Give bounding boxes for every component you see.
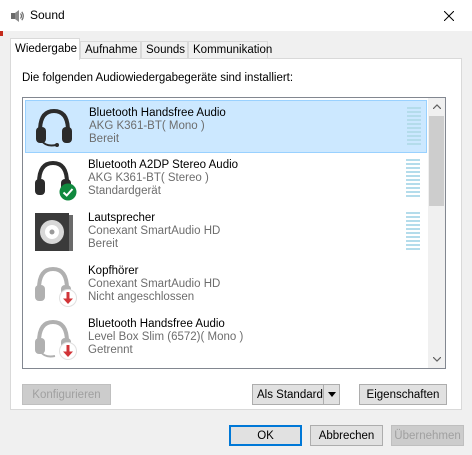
- panel-label: Die folgenden Audiowiedergabegeräte sind…: [22, 72, 294, 84]
- device-row[interactable]: Kopfhörer Conexant SmartAudio HD Nicht a…: [25, 259, 427, 312]
- scroll-up-button[interactable]: [428, 98, 445, 115]
- speaker-icon: [35, 213, 73, 251]
- device-name: Bluetooth A2DP Stereo Audio: [88, 159, 239, 171]
- disconnected-arrow-badge-icon: [59, 342, 77, 360]
- speaker-title-icon: [11, 10, 24, 22]
- scroll-down-button[interactable]: [428, 351, 445, 368]
- sound-dialog: Sound Wiedergabe Aufnahme Sounds Kommuni…: [0, 0, 472, 455]
- caret-down-icon: [327, 392, 336, 397]
- device-status: Getrennt: [88, 344, 133, 356]
- device-status: Standardgerät: [88, 185, 161, 197]
- level-meter: [406, 159, 420, 199]
- tab-label: Aufnahme: [85, 44, 138, 56]
- properties-button[interactable]: Eigenschaften: [359, 384, 447, 405]
- device-driver: Conexant SmartAudio HD: [88, 278, 221, 290]
- ok-button[interactable]: OK: [229, 425, 302, 446]
- disconnected-arrow-badge-icon: [59, 289, 77, 307]
- apply-button[interactable]: Übernehmen: [391, 425, 464, 446]
- close-icon: [444, 10, 454, 21]
- device-name: Kopfhörer: [88, 265, 139, 277]
- device-row-partial[interactable]: [25, 365, 427, 368]
- device-driver: Level Box Slim (6572)( Mono ): [88, 331, 244, 343]
- set-default-label: Als Standard: [257, 388, 323, 401]
- chevron-up-icon: [432, 104, 441, 109]
- device-list[interactable]: Bluetooth Handsfree Audio AKG K361-BT( M…: [22, 97, 446, 369]
- device-row[interactable]: Bluetooth Handsfree Audio Level Box Slim…: [25, 312, 427, 365]
- level-meter: [406, 212, 420, 252]
- device-name: Lautsprecher: [88, 212, 156, 224]
- list-scrollbar[interactable]: [428, 98, 445, 368]
- device-row[interactable]: Lautsprecher Conexant SmartAudio HD Bere…: [25, 206, 427, 259]
- device-row[interactable]: Bluetooth A2DP Stereo Audio AKG K361-BT(…: [25, 153, 427, 206]
- tab-label: Sounds: [146, 44, 186, 56]
- set-default-split-button[interactable]: Als Standard: [252, 384, 340, 405]
- device-driver: AKG K361-BT( Stereo ): [88, 172, 209, 184]
- default-check-badge-icon: [59, 183, 77, 201]
- chevron-down-icon: [432, 357, 441, 362]
- window-title: Sound: [30, 8, 65, 22]
- device-name: Bluetooth Handsfree Audio: [88, 318, 225, 330]
- tab-label: Wiedergabe: [15, 43, 78, 55]
- close-button[interactable]: [426, 0, 472, 31]
- tab-aufnahme[interactable]: Aufnahme: [80, 41, 141, 59]
- device-driver: Conexant SmartAudio HD: [88, 225, 221, 237]
- device-status: Bereit: [88, 238, 119, 250]
- device-name: Bluetooth Handsfree Audio: [89, 107, 226, 119]
- set-default-dropdown[interactable]: [323, 385, 339, 404]
- device-driver: AKG K361-BT( Mono ): [89, 120, 205, 132]
- device-status: Bereit: [89, 133, 120, 145]
- cancel-button[interactable]: Abbrechen: [310, 425, 383, 446]
- headset-icon: [36, 108, 72, 147]
- device-row[interactable]: Bluetooth Handsfree Audio AKG K361-BT( M…: [25, 100, 427, 153]
- tab-wiedergabe[interactable]: Wiedergabe: [10, 38, 80, 60]
- tab-label: Kommunikation: [193, 44, 273, 56]
- configure-button[interactable]: Konfigurieren: [22, 384, 111, 405]
- tab-kommunikation[interactable]: Kommunikation: [188, 41, 272, 59]
- device-status: Nicht angeschlossen: [88, 291, 195, 303]
- level-meter: [407, 107, 421, 147]
- title-bar[interactable]: Sound: [0, 0, 472, 31]
- scroll-thumb[interactable]: [429, 116, 444, 206]
- tab-sounds[interactable]: Sounds: [141, 41, 188, 59]
- playback-panel: Die folgenden Audiowiedergabegeräte sind…: [10, 58, 462, 410]
